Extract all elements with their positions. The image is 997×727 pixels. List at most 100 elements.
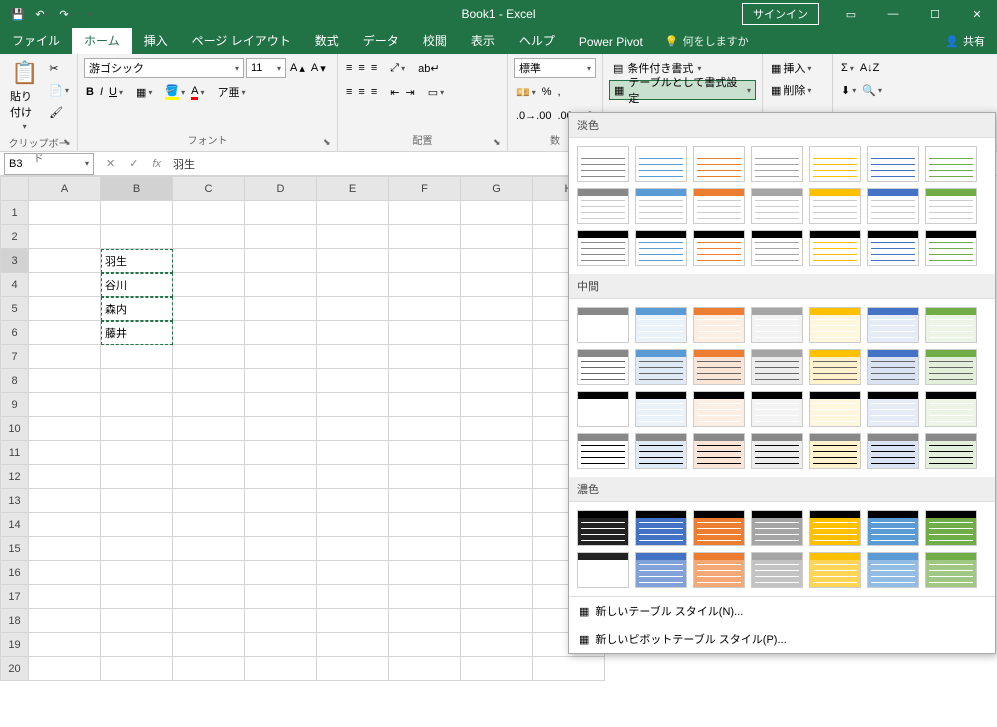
number-format-combo[interactable]: 標準▾ [514, 58, 596, 78]
sort-filter-button[interactable]: A↓Z [858, 58, 882, 78]
cell-B14[interactable] [101, 513, 173, 537]
cell-B9[interactable] [101, 393, 173, 417]
cell-C12[interactable] [173, 465, 245, 489]
cell-C4[interactable] [173, 273, 245, 297]
cell-G2[interactable] [461, 225, 533, 249]
table-style-thumb[interactable] [751, 146, 803, 182]
increase-indent-button[interactable]: ⇥ [403, 82, 416, 102]
row-header-8[interactable]: 8 [1, 369, 29, 393]
align-middle-button[interactable]: ≡ [356, 58, 366, 78]
cell-E11[interactable] [317, 441, 389, 465]
cell-A9[interactable] [29, 393, 101, 417]
delete-cells-button[interactable]: ▦ 削除▾ [769, 80, 826, 100]
cell-G9[interactable] [461, 393, 533, 417]
row-header-1[interactable]: 1 [1, 201, 29, 225]
cell-E8[interactable] [317, 369, 389, 393]
ribbon-options-icon[interactable]: ▭ [831, 0, 871, 28]
close-icon[interactable]: ✕ [957, 0, 997, 28]
cell-D2[interactable] [245, 225, 317, 249]
cell-G16[interactable] [461, 561, 533, 585]
cell-F16[interactable] [389, 561, 461, 585]
cell-C11[interactable] [173, 441, 245, 465]
cell-G20[interactable] [461, 657, 533, 681]
column-header-A[interactable]: A [29, 177, 101, 201]
table-style-thumb[interactable] [635, 188, 687, 224]
tab-data[interactable]: データ [351, 27, 411, 54]
new-pivot-style-item[interactable]: ▦ 新しいピボットテーブル スタイル(P)... [569, 625, 995, 653]
cell-D12[interactable] [245, 465, 317, 489]
decrease-indent-button[interactable]: ⇤ [388, 82, 401, 102]
tab-help[interactable]: ヘルプ [507, 27, 567, 54]
cell-C18[interactable] [173, 609, 245, 633]
cell-E13[interactable] [317, 489, 389, 513]
cell-E20[interactable] [317, 657, 389, 681]
table-style-thumb[interactable] [577, 230, 629, 266]
cell-F5[interactable] [389, 297, 461, 321]
cell-E4[interactable] [317, 273, 389, 297]
table-style-thumb[interactable] [635, 230, 687, 266]
row-header-9[interactable]: 9 [1, 393, 29, 417]
cell-B13[interactable] [101, 489, 173, 513]
cell-E5[interactable] [317, 297, 389, 321]
cell-C1[interactable] [173, 201, 245, 225]
cell-A6[interactable] [29, 321, 101, 345]
cell-G18[interactable] [461, 609, 533, 633]
cell-F6[interactable] [389, 321, 461, 345]
cell-G15[interactable] [461, 537, 533, 561]
tab-insert[interactable]: 挿入 [132, 27, 180, 54]
cell-B18[interactable] [101, 609, 173, 633]
cell-B16[interactable] [101, 561, 173, 585]
table-style-thumb[interactable] [867, 433, 919, 469]
find-button[interactable]: 🔍▾ [860, 80, 884, 100]
cell-F7[interactable] [389, 345, 461, 369]
tab-powerpivot[interactable]: Power Pivot [567, 30, 655, 54]
cell-H20[interactable] [533, 657, 605, 681]
cell-B10[interactable] [101, 417, 173, 441]
table-style-thumb[interactable] [693, 188, 745, 224]
cell-E15[interactable] [317, 537, 389, 561]
format-painter-button[interactable]: 🖌 [47, 102, 71, 122]
cell-G8[interactable] [461, 369, 533, 393]
cell-D7[interactable] [245, 345, 317, 369]
table-style-thumb[interactable] [809, 433, 861, 469]
column-header-D[interactable]: D [245, 177, 317, 201]
row-header-10[interactable]: 10 [1, 417, 29, 441]
cell-C17[interactable] [173, 585, 245, 609]
table-style-thumb[interactable] [751, 433, 803, 469]
align-top-button[interactable]: ≡ [344, 58, 354, 78]
cell-D15[interactable] [245, 537, 317, 561]
cell-E12[interactable] [317, 465, 389, 489]
table-style-thumb[interactable] [635, 391, 687, 427]
paste-button[interactable]: 📋 貼り付け ▾ [6, 58, 43, 133]
table-style-thumb[interactable] [693, 230, 745, 266]
cell-G12[interactable] [461, 465, 533, 489]
tab-home[interactable]: ホーム [72, 27, 132, 54]
cell-D1[interactable] [245, 201, 317, 225]
align-center-button[interactable]: ≡ [356, 82, 366, 102]
row-header-2[interactable]: 2 [1, 225, 29, 249]
increase-font-button[interactable]: A▴ [288, 58, 307, 78]
cell-E16[interactable] [317, 561, 389, 585]
cell-D19[interactable] [245, 633, 317, 657]
row-header-16[interactable]: 16 [1, 561, 29, 585]
table-style-thumb[interactable] [925, 188, 977, 224]
fill-color-button[interactable]: 🪣▾ [163, 82, 187, 102]
cell-D14[interactable] [245, 513, 317, 537]
cell-E7[interactable] [317, 345, 389, 369]
cell-B11[interactable] [101, 441, 173, 465]
table-style-thumb[interactable] [577, 391, 629, 427]
cell-D6[interactable] [245, 321, 317, 345]
table-style-thumb[interactable] [577, 552, 629, 588]
cell-F19[interactable] [389, 633, 461, 657]
tab-view[interactable]: 表示 [459, 27, 507, 54]
table-style-thumb[interactable] [751, 349, 803, 385]
cancel-edit-button[interactable]: ✕ [102, 157, 119, 170]
cell-F14[interactable] [389, 513, 461, 537]
cell-A2[interactable] [29, 225, 101, 249]
cell-E1[interactable] [317, 201, 389, 225]
cell-C7[interactable] [173, 345, 245, 369]
alignment-dialog-launcher[interactable]: ⬊ [493, 137, 505, 149]
cell-G5[interactable] [461, 297, 533, 321]
cell-D9[interactable] [245, 393, 317, 417]
cell-E18[interactable] [317, 609, 389, 633]
